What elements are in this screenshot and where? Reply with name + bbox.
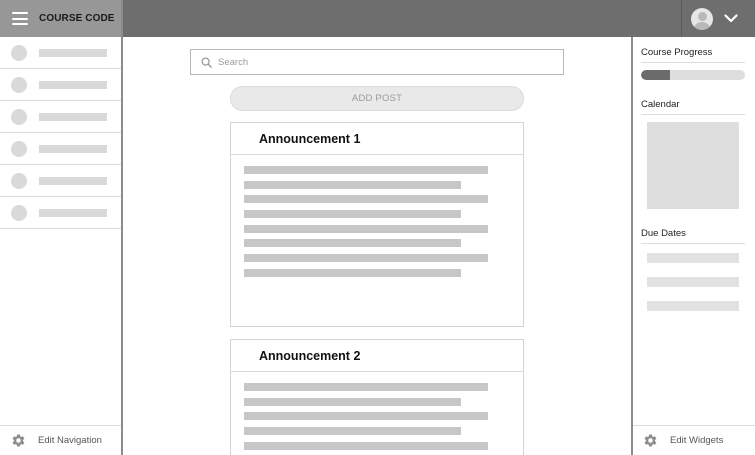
text-line-placeholder xyxy=(244,224,488,233)
announcement-body-placeholder xyxy=(231,155,523,277)
due-date-item-placeholder[interactable] xyxy=(647,301,739,311)
nav-item-icon-placeholder xyxy=(11,172,27,189)
search-placeholder: Search xyxy=(218,56,249,68)
due-date-item-placeholder[interactable] xyxy=(647,277,739,287)
profile-menu-button[interactable] xyxy=(681,0,755,37)
announcement-title: Announcement 2 xyxy=(231,340,523,372)
calendar-title: Calendar xyxy=(641,99,745,115)
course-code-title: COURSE CODE xyxy=(39,13,115,24)
due-date-item-placeholder[interactable] xyxy=(647,253,739,263)
sidebar-item[interactable] xyxy=(0,37,121,69)
text-line-placeholder xyxy=(244,180,461,189)
text-line-placeholder xyxy=(244,268,461,277)
text-line-placeholder xyxy=(244,397,461,406)
text-line-placeholder xyxy=(244,210,461,219)
edit-widgets-button[interactable]: Edit Widgets xyxy=(633,425,755,455)
main-feed: Search ADD POST Announcement 1 Announcem… xyxy=(123,37,631,455)
text-line-placeholder xyxy=(244,239,461,248)
nav-item-label-placeholder xyxy=(39,208,107,217)
announcement-title: Announcement 1 xyxy=(231,123,523,155)
nav-item-icon-placeholder xyxy=(11,108,27,125)
announcement-card[interactable]: Announcement 1 xyxy=(230,122,524,327)
course-progress-bar xyxy=(641,70,745,80)
calendar-widget[interactable] xyxy=(647,122,739,209)
user-avatar-icon[interactable] xyxy=(691,7,713,30)
sidebar-item[interactable] xyxy=(0,133,121,165)
announcement-body-placeholder xyxy=(231,372,523,450)
edit-widgets-label: Edit Widgets xyxy=(670,435,724,446)
left-sidebar: COURSE CODE Edit Navigation xyxy=(0,0,123,455)
top-header xyxy=(123,0,755,37)
text-line-placeholder xyxy=(244,166,488,174)
search-input[interactable]: Search xyxy=(190,49,564,75)
add-post-button[interactable]: ADD POST xyxy=(230,86,524,111)
gear-icon xyxy=(12,434,25,447)
chevron-down-icon[interactable] xyxy=(724,14,738,23)
edit-navigation-label: Edit Navigation xyxy=(38,435,102,446)
search-icon xyxy=(201,56,212,68)
nav-item-icon-placeholder xyxy=(11,140,27,157)
sidebar-item[interactable] xyxy=(0,101,121,133)
nav-item-label-placeholder xyxy=(39,144,107,153)
course-progress-title: Course Progress xyxy=(641,47,745,63)
course-progress-fill xyxy=(641,70,671,80)
text-line-placeholder xyxy=(244,427,461,436)
nav-item-label-placeholder xyxy=(39,48,107,57)
nav-item-label-placeholder xyxy=(39,112,107,121)
sidebar-item[interactable] xyxy=(0,69,121,101)
text-line-placeholder xyxy=(244,383,488,391)
nav-item-icon-placeholder xyxy=(11,44,27,61)
nav-item-label-placeholder xyxy=(39,80,107,89)
nav-item-icon-placeholder xyxy=(11,76,27,93)
edit-navigation-button[interactable]: Edit Navigation xyxy=(0,425,121,455)
text-line-placeholder xyxy=(244,441,488,450)
text-line-placeholder xyxy=(244,254,488,263)
text-line-placeholder xyxy=(244,195,488,204)
menu-icon[interactable] xyxy=(12,12,28,25)
nav-item-label-placeholder xyxy=(39,176,107,185)
announcement-card[interactable]: Announcement 2 xyxy=(230,339,524,455)
text-line-placeholder xyxy=(244,412,488,421)
brand-header: COURSE CODE xyxy=(0,0,121,37)
gear-icon xyxy=(644,434,657,447)
sidebar-item[interactable] xyxy=(0,165,121,197)
due-dates-title: Due Dates xyxy=(641,228,745,244)
nav-item-icon-placeholder xyxy=(11,204,27,221)
widget-panel: Course Progress Calendar Due Dates Edit … xyxy=(631,37,755,455)
sidebar-item[interactable] xyxy=(0,197,121,229)
